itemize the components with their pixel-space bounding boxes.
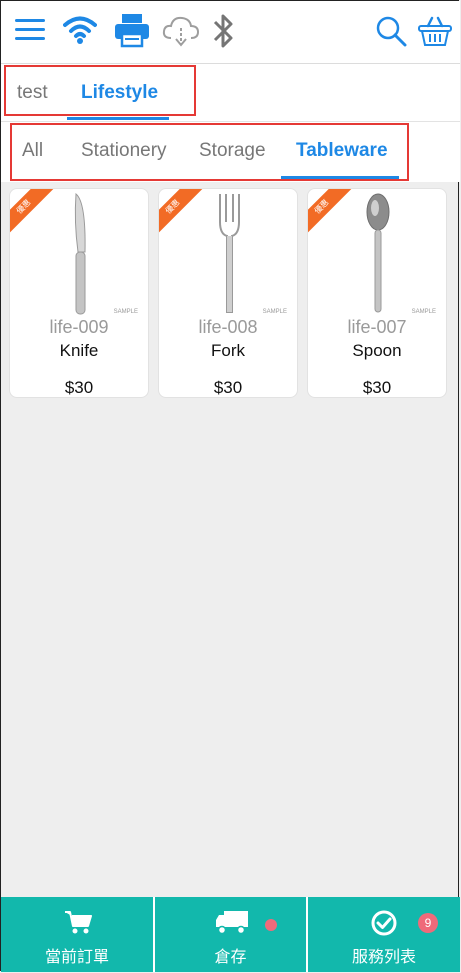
product-price: $30 [362,378,392,397]
product-card[interactable]: 優惠 SAMPLE life-009 Knife $30 [9,188,149,398]
sample-watermark: SAMPLE [113,309,138,315]
subcategory-highlight-box [10,123,409,181]
cart-icon [64,909,92,940]
printer-icon[interactable] [114,14,150,53]
wifi-icon[interactable] [63,15,97,50]
product-name: Spoon [352,341,402,360]
knife-icon [66,192,94,321]
nav-current-orders[interactable]: 當前訂單 [1,897,153,972]
product-price: $30 [213,378,243,397]
product-price: $30 [64,378,94,397]
nav-inventory[interactable]: 倉存 [155,897,306,972]
notification-dot [265,919,277,931]
bluetooth-icon[interactable] [212,13,236,54]
fork-icon [215,192,243,321]
category-tabs: test Lifestyle [1,64,460,121]
product-name: Knife [59,341,99,360]
notification-badge: 9 [418,913,438,933]
nav-label: 當前訂單 [44,949,109,966]
product-code: life-007 [347,317,407,337]
sample-watermark: SAMPLE [262,309,287,315]
product-card[interactable]: 優惠 SAMPLE life-008 Fork $30 [158,188,298,398]
product-code: life-009 [49,317,109,337]
subcategory-tabs: All Stationery Storage Tableware [1,121,460,182]
product-code: life-008 [198,317,258,337]
cloud-download-icon[interactable] [162,14,200,53]
check-circle-icon [370,909,398,942]
product-name: Fork [211,341,245,360]
spoon-icon [364,192,392,321]
nav-service-list[interactable]: 9 服務列表 [308,897,460,972]
active-tab-indicator [67,117,169,120]
promo-ribbon: 優惠 [159,189,205,239]
nav-label: 服務列表 [351,949,416,966]
top-toolbar [1,1,460,64]
nav-label: 倉存 [214,949,247,966]
app-frame: test Lifestyle All Stationery Storage Ta… [0,0,460,972]
category-highlight-box [4,65,196,116]
bottom-nav: 當前訂單 倉存 9 服務列表 [1,897,460,972]
truck-icon [215,909,249,940]
product-card[interactable]: 優惠 SAMPLE life-007 Spoon $30 [307,188,447,398]
promo-ribbon: 優惠 [10,189,56,239]
menu-icon[interactable] [15,17,47,48]
search-icon[interactable] [375,15,407,52]
basket-icon[interactable] [418,15,452,52]
promo-ribbon: 優惠 [308,189,354,239]
sample-watermark: SAMPLE [411,309,436,315]
